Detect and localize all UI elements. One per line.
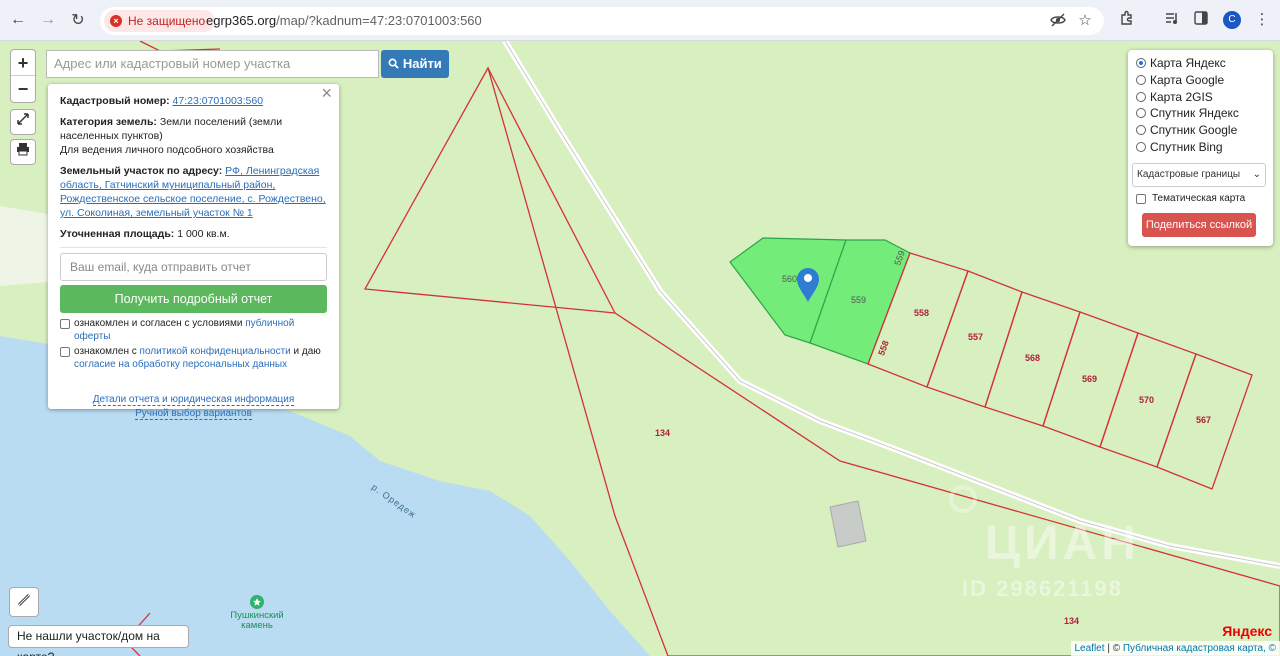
layer-option[interactable]: Карта Google — [1136, 72, 1265, 89]
zoom-out-button[interactable]: − — [11, 76, 35, 102]
radio-icon[interactable] — [1136, 58, 1146, 69]
layer-option[interactable]: Карта Яндекс — [1136, 55, 1265, 72]
back-icon[interactable]: ← — [7, 9, 29, 31]
layer-option[interactable]: Карта 2GIS — [1136, 88, 1265, 105]
cadastral-row: Кадастровый номер: 47:23:0701003:560 — [60, 95, 264, 107]
parcel-label: 134 — [655, 428, 671, 438]
zoom-control: + − — [10, 49, 36, 103]
usage-text: Для ведения личного подсобного хозяйства — [60, 144, 274, 156]
parcel-label: 568 — [1025, 353, 1041, 363]
parcel-label: 558 — [914, 308, 930, 318]
data-consent-link[interactable]: согласие на обработку персональных данны… — [74, 359, 287, 370]
attribution: Leaflet | © Публичная кадастровая карта,… — [1070, 641, 1280, 656]
radio-icon[interactable] — [1136, 91, 1146, 102]
ruler-button[interactable] — [9, 587, 39, 617]
search-input[interactable]: Адрес или кадастровый номер участка — [46, 50, 379, 78]
search-icon — [388, 50, 399, 78]
search-button[interactable]: Найти — [381, 50, 449, 78]
radio-icon[interactable] — [1136, 108, 1146, 119]
address-bar[interactable]: × Не защищено egrp365.org/map/?kadnum=47… — [100, 7, 1104, 35]
zoom-in-button[interactable]: + — [11, 50, 35, 76]
search-button-label: Найти — [402, 56, 442, 71]
parcel-label: 134 — [1064, 616, 1080, 626]
forward-icon[interactable]: → — [37, 9, 59, 31]
privacy-checkbox[interactable] — [60, 347, 70, 357]
offer-checkbox[interactable] — [60, 319, 70, 329]
search-placeholder: Адрес или кадастровый номер участка — [54, 56, 291, 71]
overlay-select[interactable]: Кадастровые границы ⌄ — [1132, 163, 1266, 188]
cadastral-number-link[interactable]: 47:23:0701003:560 — [173, 95, 264, 107]
yandex-logo: Яндекс — [1222, 623, 1272, 639]
email-input[interactable]: Ваш email, куда отправить отчет — [60, 253, 327, 281]
get-report-button[interactable]: Получить подробный отчет — [60, 285, 327, 313]
manual-selection-link[interactable]: Ручной выбор вариантов — [135, 408, 252, 420]
parcel-label: 560 — [782, 274, 798, 284]
radio-icon[interactable] — [1136, 141, 1146, 152]
not-found-button[interactable]: Не нашли участок/дом на карте? — [8, 625, 189, 656]
layer-option[interactable]: Спутник Google — [1136, 122, 1265, 139]
privacy-policy-link[interactable]: политикой конфиденциальности — [140, 346, 291, 357]
expand-icon — [17, 113, 29, 125]
close-icon[interactable]: × — [321, 84, 332, 102]
parcel-label: 567 — [1196, 415, 1212, 425]
eye-off-icon[interactable] — [1049, 12, 1067, 30]
leaflet-link[interactable]: Leaflet — [1075, 643, 1105, 654]
area-row: Уточненная площадь: 1 000 кв.м. — [60, 228, 230, 240]
ruler-icon — [17, 593, 31, 607]
menu-icon[interactable]: ⋮ — [1252, 10, 1272, 30]
radio-icon[interactable] — [1136, 125, 1146, 136]
parcel-label: 559 — [851, 295, 867, 305]
parcel-info-panel: × Кадастровый номер: 47:23:0701003:560 К… — [48, 84, 339, 420]
media-icon[interactable] — [1162, 10, 1182, 30]
url-text[interactable]: egrp365.org/map/?kadnum=47:23:0701003:56… — [206, 13, 482, 28]
layer-option[interactable]: Спутник Яндекс — [1136, 105, 1265, 122]
browser-toolbar: ← → ↻ × Не защищено egrp365.org/map/?kad… — [0, 0, 1280, 41]
parcel-label: 570 — [1139, 395, 1155, 405]
profile-avatar[interactable]: С — [1223, 11, 1241, 29]
poi-star-icon — [250, 595, 264, 609]
parcel-label: 569 — [1082, 374, 1098, 384]
poi-label: Пушкинский камень — [230, 610, 284, 631]
map-canvas[interactable]: 560 559 559 558 558 557 568 569 570 567 … — [0, 41, 1280, 656]
star-icon[interactable]: ☆ — [1076, 12, 1094, 30]
watermark-text: ЦИАН — [985, 517, 1140, 570]
thematic-checkbox[interactable] — [1136, 193, 1146, 204]
warning-icon: × — [110, 15, 122, 27]
parcel-label: 557 — [968, 332, 984, 342]
security-label: Не защищено — [128, 14, 206, 28]
consent-offer-row: ознакомлен и согласен с условиями публич… — [60, 317, 327, 343]
divider — [60, 247, 327, 248]
layer-switcher: Карта Яндекс Карта Google Карта 2GIS Спу… — [1128, 50, 1273, 246]
address-row: Земельный участок по адресу: РФ, Ленингр… — [60, 165, 326, 219]
security-chip[interactable]: × Не защищено — [104, 10, 216, 32]
consent-privacy-row: ознакомлен с политикой конфиденциальност… — [60, 345, 327, 371]
reload-icon[interactable]: ↻ — [67, 9, 89, 31]
watermark-id: ID 298621198 — [962, 576, 1124, 601]
layer-option[interactable]: Спутник Bing — [1136, 138, 1265, 155]
printer-icon — [17, 143, 29, 156]
print-button[interactable] — [10, 139, 36, 165]
fullscreen-button[interactable] — [10, 109, 36, 135]
radio-icon[interactable] — [1136, 75, 1146, 86]
share-link-button[interactable]: Поделиться ссылкой — [1142, 213, 1256, 238]
side-panel-icon[interactable] — [1191, 10, 1211, 30]
thematic-row: Тематическая карта — [1136, 193, 1265, 204]
details-links: Детали отчета и юридическая информация Р… — [60, 393, 327, 421]
pkk-link[interactable]: Публичная кадастровая карта, © — [1123, 643, 1276, 654]
report-details-link[interactable]: Детали отчета и юридическая информация — [92, 394, 295, 406]
chevron-down-icon: ⌄ — [1252, 169, 1261, 181]
category-row: Категория земель: Земли поселений (земли… — [60, 116, 283, 142]
extensions-icon[interactable] — [1117, 10, 1137, 30]
